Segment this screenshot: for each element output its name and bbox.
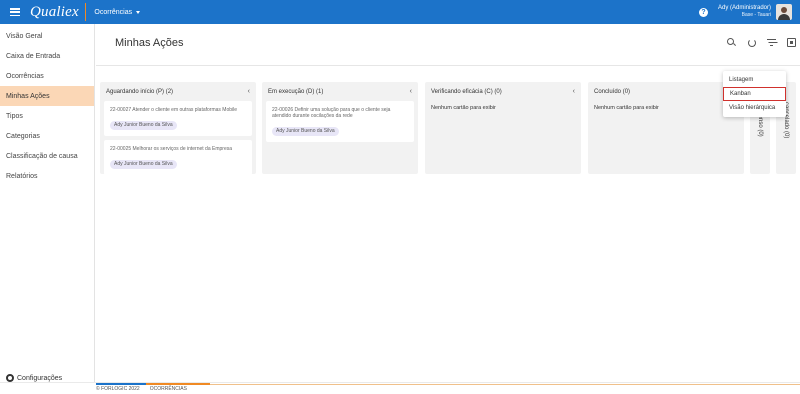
module-selector[interactable]: Ocorrências (94, 8, 141, 16)
column-title: Em execução (D) (268, 88, 315, 95)
kanban-column-em-execucao: Em execução (D) (1) ‹ 22-00026 Definir u… (262, 82, 418, 174)
column-header: Aguardando início (P) (2) ‹ (100, 82, 256, 101)
menu-item-kanban[interactable]: Kanban (723, 87, 786, 101)
search-icon[interactable] (727, 38, 736, 47)
sidebar-item-categorias[interactable]: Categorias (0, 126, 94, 146)
filter-icon[interactable] (767, 38, 776, 47)
column-title: Aguardando início (P) (106, 88, 165, 95)
menu-icon[interactable] (10, 8, 20, 16)
settings-link[interactable]: Configurações (6, 374, 62, 382)
chevron-left-icon[interactable]: ‹ (573, 88, 575, 95)
menu-item-listagem[interactable]: Listagem (723, 73, 786, 87)
page-title: Minhas Ações (115, 37, 184, 49)
sidebar-item-visao-geral[interactable]: Visão Geral (0, 26, 94, 46)
toolbar (727, 38, 796, 47)
kanban-card[interactable]: 22-00026 Definir uma solução para que o … (266, 101, 414, 142)
help-icon[interactable]: ? (698, 7, 708, 17)
avatar[interactable] (776, 4, 792, 20)
main-content: Minhas Ações Aguardando início (P) (2) ‹… (96, 24, 800, 382)
chevron-left-icon[interactable]: ‹ (248, 88, 250, 95)
refresh-icon[interactable] (747, 38, 756, 47)
sidebar-item-classificacao-de-causa[interactable]: Classificação de causa (0, 146, 94, 166)
user-info[interactable]: Ady (Administrador) Base - Tauari (718, 5, 771, 19)
logo-divider (84, 3, 87, 21)
top-bar: Qualiex Ocorrências ? Ady (Administrador… (0, 0, 800, 24)
card-title: 22-00026 Definir uma solução para que o … (272, 107, 391, 119)
footer-accent (96, 383, 146, 385)
kanban-board: Aguardando início (P) (2) ‹ 22-00027 Ate… (96, 82, 800, 382)
card-title: 22-00027 Atender o cliente em outras pla… (110, 107, 238, 113)
footer: © FORLOGIC 2022 OCORRÊNCIAS (0, 382, 800, 394)
column-title: Concluído (594, 88, 622, 95)
assignee-chip: Ady Junior Bueno da Silva (272, 126, 339, 136)
sidebar-item-relatorios[interactable]: Relatórios (0, 166, 94, 186)
menu-item-visao-hierarquica[interactable]: Visão hierárquica (723, 101, 786, 115)
copyright: © FORLOGIC 2022 (96, 386, 140, 392)
chevron-left-icon[interactable]: ‹ (410, 88, 412, 95)
sidebar-item-minhas-acoes[interactable]: Minhas Ações (0, 86, 94, 106)
kanban-column-concluido: Concluído (0) Nenhum cartão para exibir (588, 82, 744, 174)
settings-label: Configurações (17, 374, 63, 382)
sidebar-item-ocorrencias[interactable]: Ocorrências (0, 66, 94, 86)
column-count: (0) (622, 88, 631, 95)
app-logo[interactable]: Qualiex (30, 4, 79, 21)
column-header: Em execução (D) (1) ‹ (262, 82, 418, 101)
view-mode-icon[interactable] (787, 38, 796, 47)
empty-message: Nenhum cartão para exibir (431, 105, 496, 111)
sidebar: Visão Geral Caixa de Entrada Ocorrências… (0, 24, 95, 382)
footer-text: © FORLOGIC 2022 OCORRÊNCIAS (96, 386, 187, 392)
sidebar-item-caixa-de-entrada[interactable]: Caixa de Entrada (0, 46, 94, 66)
footer-accent (146, 383, 210, 385)
assignee-chip: Ady Junior Bueno da Silva (110, 120, 177, 130)
user-name: Ady (Administrador) (717, 5, 771, 11)
card-title: 22-00025 Melhorar os serviços de interne… (110, 146, 233, 152)
column-count: (2) (165, 88, 174, 95)
view-mode-menu: Listagem Kanban Visão hierárquica (723, 71, 786, 117)
empty-message: Nenhum cartão para exibir (594, 105, 659, 111)
kanban-column-aguardando: Aguardando início (P) (2) ‹ 22-00027 Ate… (100, 82, 256, 175)
user-base: Base - Tauari (741, 12, 771, 18)
kanban-card[interactable]: 22-00027 Atender o cliente em outras pla… (104, 101, 252, 136)
column-header: Concluído (0) (588, 82, 744, 101)
column-count: (1) (316, 88, 324, 95)
footer-module: OCORRÊNCIAS (149, 386, 187, 392)
divider (96, 65, 800, 66)
column-header: Verificando eficácia (C) (0) ‹ (425, 82, 581, 101)
kanban-column-verificando: Verificando eficácia (C) (0) ‹ Nenhum ca… (425, 82, 581, 174)
column-title: Verificando eficácia (C) (431, 88, 493, 95)
chevron-down-icon (136, 11, 141, 14)
assignee-chip: Ady Junior Bueno da Silva (110, 159, 177, 169)
sidebar-item-tipos[interactable]: Tipos (0, 106, 94, 126)
gear-icon (6, 374, 14, 382)
column-count: (0) (494, 88, 502, 95)
module-label: Ocorrências (94, 8, 133, 16)
kanban-card[interactable]: 22-00025 Melhorar os serviços de interne… (104, 140, 252, 175)
